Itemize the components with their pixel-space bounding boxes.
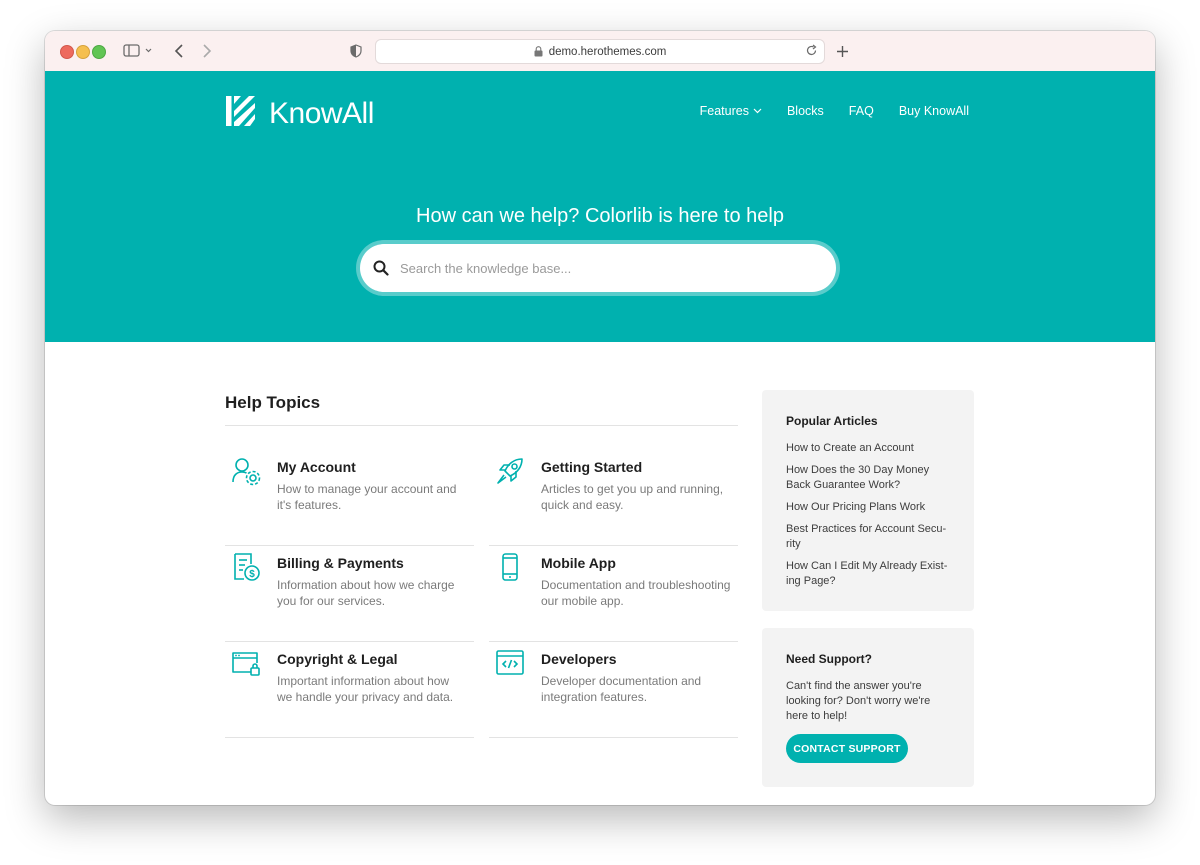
maximize-window-button[interactable] xyxy=(92,45,106,59)
chevron-down-icon xyxy=(753,108,762,114)
close-window-button[interactable] xyxy=(60,45,74,59)
browser-toolbar: demo.herothemes.com xyxy=(45,31,1155,72)
search-input[interactable] xyxy=(398,259,802,277)
nav-item-buy-knowall[interactable]: Buy KnowAll xyxy=(899,104,969,118)
article-link[interactable]: How to Create an Account xyxy=(786,441,954,456)
sidebar-toggle-icon[interactable] xyxy=(121,40,155,62)
topic-description: Articles to get you up and running, quic… xyxy=(541,482,724,512)
hero-banner: KnowAll Features Blocks FAQ Buy KnowAll … xyxy=(45,71,1155,342)
topic-description: Developer documentation and integration … xyxy=(541,674,702,704)
topic-developers[interactable]: Developers Developer documentation and i… xyxy=(489,641,738,738)
site-logo[interactable]: KnowAll xyxy=(225,95,374,132)
topic-my-account[interactable]: My Account How to manage your account an… xyxy=(225,449,474,546)
mobile-phone-icon xyxy=(502,553,518,581)
forward-arrow-icon[interactable] xyxy=(199,40,215,62)
topic-title: Developers xyxy=(541,651,617,667)
account-gear-icon xyxy=(232,458,261,486)
article-link[interactable]: Best Practices for Account Secu- rity xyxy=(786,522,954,552)
back-arrow-icon[interactable] xyxy=(171,40,187,62)
topic-description: Important information about how we handl… xyxy=(277,674,454,704)
topic-mobile-app[interactable]: Mobile App Documentation and troubleshoo… xyxy=(489,545,738,642)
topic-title: Getting Started xyxy=(541,459,643,475)
minimize-window-button[interactable] xyxy=(76,45,90,59)
svg-text:$: $ xyxy=(249,569,255,580)
support-panel: Need Support? Can't find the answer you'… xyxy=(762,628,974,787)
topic-title: Copyright & Legal xyxy=(277,651,398,667)
divider xyxy=(225,425,738,426)
search-box[interactable] xyxy=(360,244,836,292)
new-tab-plus-icon[interactable] xyxy=(833,40,851,62)
article-link[interactable]: How Our Pricing Plans Work xyxy=(786,500,954,515)
main-nav: Features Blocks FAQ Buy KnowAll xyxy=(700,104,969,118)
address-bar[interactable]: demo.herothemes.com xyxy=(375,39,825,64)
topic-billing-payments[interactable]: $ Billing & Payments Information about h… xyxy=(225,545,474,642)
hero-heading: How can we help? Colorlib is here to hel… xyxy=(416,205,784,227)
topic-getting-started[interactable]: Getting Started Articles to get you up a… xyxy=(489,449,738,546)
knowall-logo-icon xyxy=(225,95,259,132)
lock-icon xyxy=(534,46,543,57)
browser-lock-icon xyxy=(232,652,260,676)
help-topics-heading: Help Topics xyxy=(225,393,321,412)
topic-title: Billing & Payments xyxy=(277,555,404,571)
topic-title: My Account xyxy=(277,459,356,475)
support-text: Can't find the answer you're looking for… xyxy=(786,680,931,722)
support-heading: Need Support? xyxy=(786,652,872,666)
topic-title: Mobile App xyxy=(541,555,616,571)
nav-item-faq[interactable]: FAQ xyxy=(849,104,874,118)
article-link[interactable]: How Does the 30 Day Money Back Guarantee… xyxy=(786,463,954,493)
url-text: demo.herothemes.com xyxy=(548,45,667,58)
topic-copyright-legal[interactable]: Copyright & Legal Important information … xyxy=(225,641,474,738)
search-icon xyxy=(373,260,389,276)
reload-icon[interactable] xyxy=(805,44,818,57)
popular-articles-heading: Popular Articles xyxy=(786,414,878,428)
contact-support-button[interactable]: CONTACT SUPPORT xyxy=(786,734,908,763)
topic-description: How to manage your account and it's feat… xyxy=(277,482,457,512)
browser-window: demo.herothemes.com KnowAll Features Blo… xyxy=(45,31,1155,805)
article-link[interactable]: How Can I Edit My Already Exist- ing Pag… xyxy=(786,559,954,589)
nav-item-label: Features xyxy=(699,104,749,118)
invoice-dollar-icon: $ xyxy=(234,553,260,581)
privacy-shield-icon[interactable] xyxy=(347,40,365,62)
nav-item-blocks[interactable]: Blocks xyxy=(787,104,824,118)
nav-item-features[interactable]: Features xyxy=(700,104,762,118)
code-window-icon xyxy=(496,650,524,675)
topic-description: Documentation and troubleshooting our mo… xyxy=(541,578,731,608)
popular-articles-panel: Popular Articles How to Create an Accoun… xyxy=(762,390,974,611)
brand-name: KnowAll xyxy=(269,96,374,130)
topic-description: Information about how we charge you for … xyxy=(277,578,455,608)
rocket-icon xyxy=(497,458,523,484)
